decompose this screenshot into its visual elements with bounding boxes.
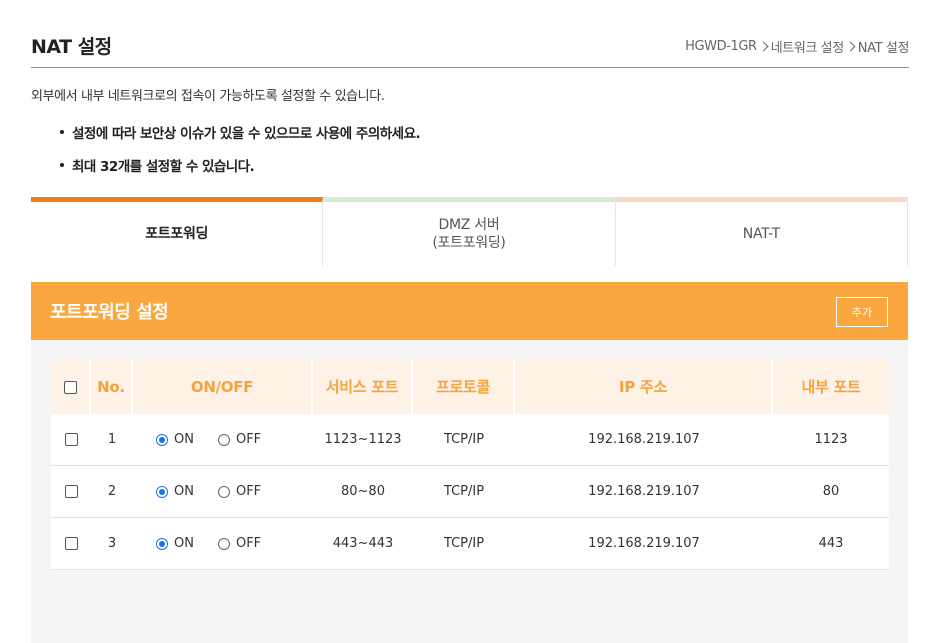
row-protocol: TCP/IP <box>413 518 515 570</box>
radio-off[interactable] <box>217 537 230 550</box>
row-protocol: TCP/IP <box>413 414 515 466</box>
chevron-right-icon <box>760 41 768 53</box>
row-internal-port: 80 <box>773 466 889 518</box>
chevron-right-icon <box>847 41 855 53</box>
tab-nat-t[interactable]: NAT-T <box>615 197 908 266</box>
radio-on[interactable] <box>156 537 168 550</box>
breadcrumb-item-nat: NAT 설정 <box>857 41 910 56</box>
header-on-off: ON/OFF <box>133 359 313 414</box>
row-protocol: TCP/IP <box>413 466 515 518</box>
breadcrumb-item-network[interactable]: 네트워크 설정 <box>771 37 844 56</box>
row-checkbox[interactable] <box>64 485 78 498</box>
row-service-port: 80~80 <box>313 466 413 518</box>
panel-header: 포트포워딩 설정 추가 <box>31 282 908 340</box>
radio-off[interactable] <box>217 485 230 498</box>
radio-on[interactable] <box>156 433 168 446</box>
tab-dmz-label-line2: (포트포워딩) <box>432 235 506 251</box>
tab-dmz-server[interactable]: DMZ 서버 (포트포워딩) <box>323 197 616 266</box>
select-all-checkbox[interactable] <box>63 380 77 394</box>
row-service-port: 1123~1123 <box>313 414 413 466</box>
header-internal-port: 내부 포트 <box>773 359 889 414</box>
header-service-port: 서비스 포트 <box>313 359 413 414</box>
on-off-radio-group: ON OFF <box>133 432 313 447</box>
on-off-radio-group: ON OFF <box>133 484 313 499</box>
breadcrumb: HGWD-1GR 네트워크 설정 NAT 설정 <box>685 37 909 56</box>
tab-port-forwarding[interactable]: 포트포워딩 <box>31 197 324 266</box>
row-ip: 192.168.219.107 <box>515 466 773 518</box>
tab-bar: 포트포워딩 DMZ 서버 (포트포워딩) NAT-T <box>31 197 908 266</box>
row-checkbox[interactable] <box>64 433 78 446</box>
row-ip: 192.168.219.107 <box>515 414 773 466</box>
header-ip-address: IP 주소 <box>515 359 773 414</box>
note-item: 설정에 따라 보안상 이슈가 있을 수 있으므로 사용에 주의하세요. <box>60 122 421 155</box>
header-select-all <box>51 359 91 414</box>
row-internal-port: 443 <box>773 518 889 570</box>
row-no: 2 <box>91 466 133 518</box>
port-forwarding-panel: 포트포워딩 설정 추가 No. ON/OFF 서비스 포트 프로토콜 IP 주소… <box>31 282 908 643</box>
header-no: No. <box>91 359 133 414</box>
table-row: 1 ON OFF 1123~1123 TCP/IP 192.168.219.10… <box>51 414 889 466</box>
bullet-icon <box>60 163 64 167</box>
port-forwarding-table: No. ON/OFF 서비스 포트 프로토콜 IP 주소 내부 포트 1 ON … <box>51 359 889 570</box>
row-checkbox[interactable] <box>64 537 78 550</box>
row-internal-port: 1123 <box>773 414 889 466</box>
notes-list: 설정에 따라 보안상 이슈가 있을 수 있으므로 사용에 주의하세요. 최대 3… <box>60 122 421 188</box>
on-off-radio-group: ON OFF <box>133 536 313 551</box>
page-description: 외부에서 내부 네트워크로의 접속이 가능하도록 설정할 수 있습니다. <box>31 89 385 104</box>
note-item: 최대 32개를 설정할 수 있습니다. <box>60 155 420 188</box>
breadcrumb-item-device[interactable]: HGWD-1GR <box>685 39 757 54</box>
row-service-port: 443~443 <box>313 518 413 570</box>
radio-off[interactable] <box>217 433 230 446</box>
tab-dmz-label-line1: DMZ 서버 <box>438 217 500 233</box>
row-ip: 192.168.219.107 <box>515 518 773 570</box>
table-row: 2 ON OFF 80~80 TCP/IP 192.168.219.107 80 <box>51 466 889 518</box>
row-no: 3 <box>91 518 133 570</box>
bullet-icon <box>60 130 64 134</box>
row-no: 1 <box>91 414 133 466</box>
table-row: 3 ON OFF 443~443 TCP/IP 192.168.219.107 … <box>51 518 889 570</box>
header-protocol: 프로토콜 <box>413 359 515 414</box>
add-button[interactable]: 추가 <box>836 297 888 327</box>
page-header: NAT 설정 HGWD-1GR 네트워크 설정 NAT 설정 <box>31 28 909 68</box>
panel-title: 포트포워딩 설정 <box>50 302 169 323</box>
page-title: NAT 설정 <box>31 36 112 58</box>
radio-on[interactable] <box>156 485 168 498</box>
